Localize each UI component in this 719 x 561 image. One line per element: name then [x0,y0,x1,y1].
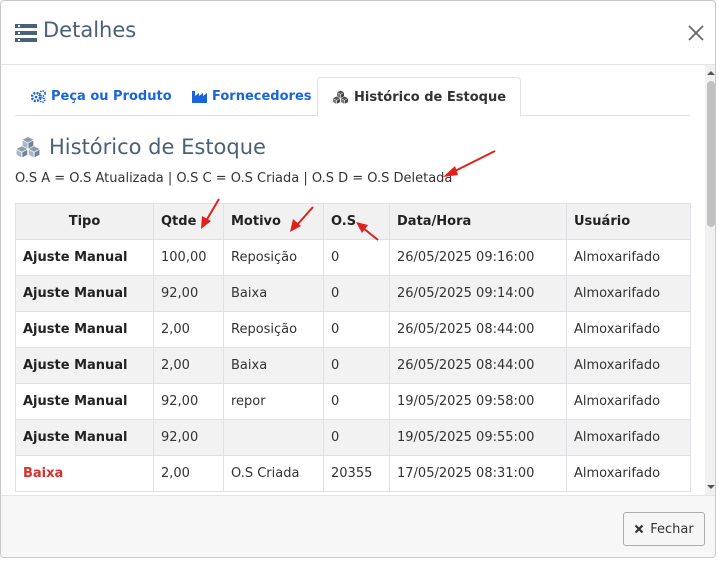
table-row: Ajuste Manual 92,00 Baixa 0 26/05/2025 0… [15,275,691,312]
table-row: Ajuste Manual 2,00 Reposição 0 26/05/202… [15,311,691,348]
tab-label: Peça ou Produto [51,89,172,104]
cell-tipo: Ajuste Manual [15,347,154,384]
cell-qtde: 2,00 [153,455,224,492]
tab-label: Fornecedores [212,89,312,104]
list-icon [15,24,37,42]
cell-data-hora: 26/05/2025 08:44:00 [389,347,567,384]
scroll-down-arrow-icon[interactable] [707,483,715,491]
cell-tipo: Ajuste Manual [15,311,154,348]
modal-body: Peça ou Produto Fornecedores Histórico d… [1,65,715,495]
tab-historico-estoque[interactable]: Histórico de Estoque [317,77,522,117]
cell-qtde: 92,00 [153,275,224,312]
cell-motivo: repor [223,383,324,420]
section-heading: Histórico de Estoque [15,135,266,159]
cell-motivo [223,419,324,456]
column-header-usuario[interactable]: Usuário [566,203,691,240]
os-legend: O.S A = O.S Atualizada | O.S C = O.S Cri… [15,171,453,186]
details-modal: Detalhes Peça ou Produto Fornecedores Hi… [0,0,716,558]
cell-os: 0 [323,275,390,312]
gears-icon [31,90,46,103]
column-header-tipo[interactable]: Tipo [15,203,154,240]
section-title: Histórico de Estoque [49,135,266,159]
scroll-up-arrow-icon[interactable] [707,69,715,77]
cell-qtde: 2,00 [153,311,224,348]
close-button[interactable]: Fechar [623,512,705,546]
cell-usuario: Almoxarifado [566,347,691,384]
scrollbar[interactable] [705,65,715,495]
cell-data-hora: 26/05/2025 09:16:00 [389,239,567,276]
industry-icon [192,91,207,103]
cell-os: 0 [323,419,390,456]
cell-os: 20355 [323,455,390,492]
cell-qtde: 2,00 [153,347,224,384]
stock-history-table: Tipo Qtde Motivo O.S Data/Hora Usuário A… [15,203,691,492]
cell-usuario: Almoxarifado [566,311,691,348]
cell-data-hora: 17/05/2025 08:31:00 [389,455,567,492]
column-header-os[interactable]: O.S [323,203,390,240]
cell-usuario: Almoxarifado [566,419,691,456]
modal-title: Detalhes [43,18,137,42]
cell-motivo: Baixa [223,347,324,384]
cell-usuario: Almoxarifado [566,239,691,276]
cell-motivo: Reposição [223,239,324,276]
cell-tipo: Baixa [15,455,154,492]
cell-qtde: 100,00 [153,239,224,276]
cell-os: 0 [323,239,390,276]
cell-motivo: Reposição [223,311,324,348]
cell-data-hora: 19/05/2025 09:55:00 [389,419,567,456]
cell-tipo: Ajuste Manual [15,419,154,456]
scrollbar-thumb[interactable] [707,81,715,227]
cell-tipo: Ajuste Manual [15,383,154,420]
cubes-icon [333,90,348,104]
cell-data-hora: 26/05/2025 09:14:00 [389,275,567,312]
table-row: Ajuste Manual 2,00 Baixa 0 26/05/2025 08… [15,347,691,384]
cell-os: 0 [323,311,390,348]
cell-qtde: 92,00 [153,383,224,420]
modal-footer: Fechar [1,495,715,557]
table-row: Ajuste Manual 92,00 0 19/05/2025 09:55:0… [15,419,691,456]
table-header-row: Tipo Qtde Motivo O.S Data/Hora Usuário [15,203,691,240]
table-row: Ajuste Manual 92,00 repor 0 19/05/2025 0… [15,383,691,420]
close-button-label: Fechar [650,521,694,537]
cell-usuario: Almoxarifado [566,455,691,492]
cubes-icon [16,137,40,158]
cell-motivo: Baixa [223,275,324,312]
cell-tipo: Ajuste Manual [15,275,154,312]
cell-motivo: O.S Criada [223,455,324,492]
column-header-qtde[interactable]: Qtde [153,203,224,240]
cell-usuario: Almoxarifado [566,383,691,420]
cell-os: 0 [323,347,390,384]
tab-peca-produto[interactable]: Peça ou Produto [31,77,172,116]
modal-header: Detalhes [1,1,715,65]
times-icon [634,524,644,534]
close-icon[interactable] [685,22,707,44]
tab-bar: Peça ou Produto Fornecedores Histórico d… [15,77,690,117]
table-row: Ajuste Manual 100,00 Reposição 0 26/05/2… [15,239,691,276]
column-header-motivo[interactable]: Motivo [223,203,324,240]
tab-label: Histórico de Estoque [354,89,507,105]
cell-data-hora: 26/05/2025 08:44:00 [389,311,567,348]
tab-fornecedores[interactable]: Fornecedores [192,77,312,116]
cell-usuario: Almoxarifado [566,275,691,312]
cell-os: 0 [323,383,390,420]
cell-qtde: 92,00 [153,419,224,456]
table-row: Baixa 2,00 O.S Criada 20355 17/05/2025 0… [15,455,691,492]
column-header-data-hora[interactable]: Data/Hora [389,203,567,240]
cell-data-hora: 19/05/2025 09:58:00 [389,383,567,420]
cell-tipo: Ajuste Manual [15,239,154,276]
